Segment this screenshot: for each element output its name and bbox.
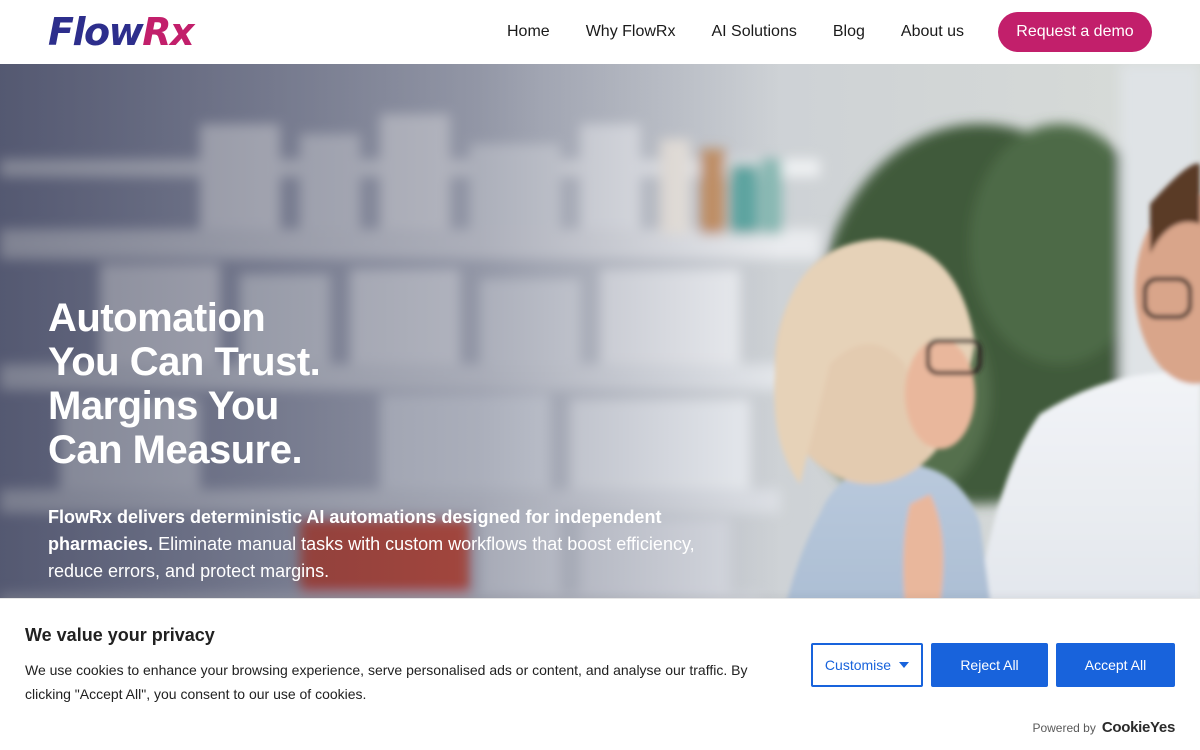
hero-title: Automation You Can Trust. Margins You Ca… — [48, 296, 468, 472]
caret-down-icon — [899, 662, 910, 668]
logo-text-flow: Flow — [48, 10, 144, 54]
flowrx-logo[interactable]: FlowRx — [48, 10, 194, 54]
nav-ai-solutions[interactable]: AI Solutions — [711, 23, 796, 41]
hero-title-line: Can Measure. — [48, 428, 303, 472]
hero-title-line: You Can Trust. — [48, 340, 321, 384]
main-nav: Home Why FlowRx AI Solutions Blog About … — [507, 20, 964, 44]
cookieyes-logo[interactable]: CookieYes — [1102, 719, 1175, 736]
accept-all-button[interactable]: Accept All — [1056, 643, 1175, 687]
powered-by: Powered by CookieYes — [1032, 719, 1175, 736]
nav-home[interactable]: Home — [507, 23, 550, 41]
hero-description: FlowRx delivers deterministic AI automat… — [48, 504, 708, 585]
powered-by-label: Powered by — [1032, 720, 1096, 735]
nav-why-flowrx[interactable]: Why FlowRx — [586, 23, 676, 41]
nav-blog[interactable]: Blog — [833, 23, 865, 41]
hero-title-line: Automation — [48, 296, 266, 340]
cookie-title: We value your privacy — [25, 625, 215, 645]
customise-button[interactable]: Customise — [811, 643, 923, 687]
hero-title-line: Margins You — [48, 384, 279, 428]
reject-all-button[interactable]: Reject All — [931, 643, 1048, 687]
request-demo-button[interactable]: Request a demo — [998, 12, 1152, 52]
cookie-consent-banner: We value your privacy We use cookies to … — [0, 598, 1200, 750]
cookie-text: We use cookies to enhance your browsing … — [25, 662, 748, 702]
customise-label: Customise — [824, 657, 892, 673]
nav-about-us[interactable]: About us — [901, 23, 964, 41]
site-header: FlowRx Home Why FlowRx AI Solutions Blog… — [0, 0, 1200, 64]
logo-text-rx: Rx — [142, 10, 194, 54]
